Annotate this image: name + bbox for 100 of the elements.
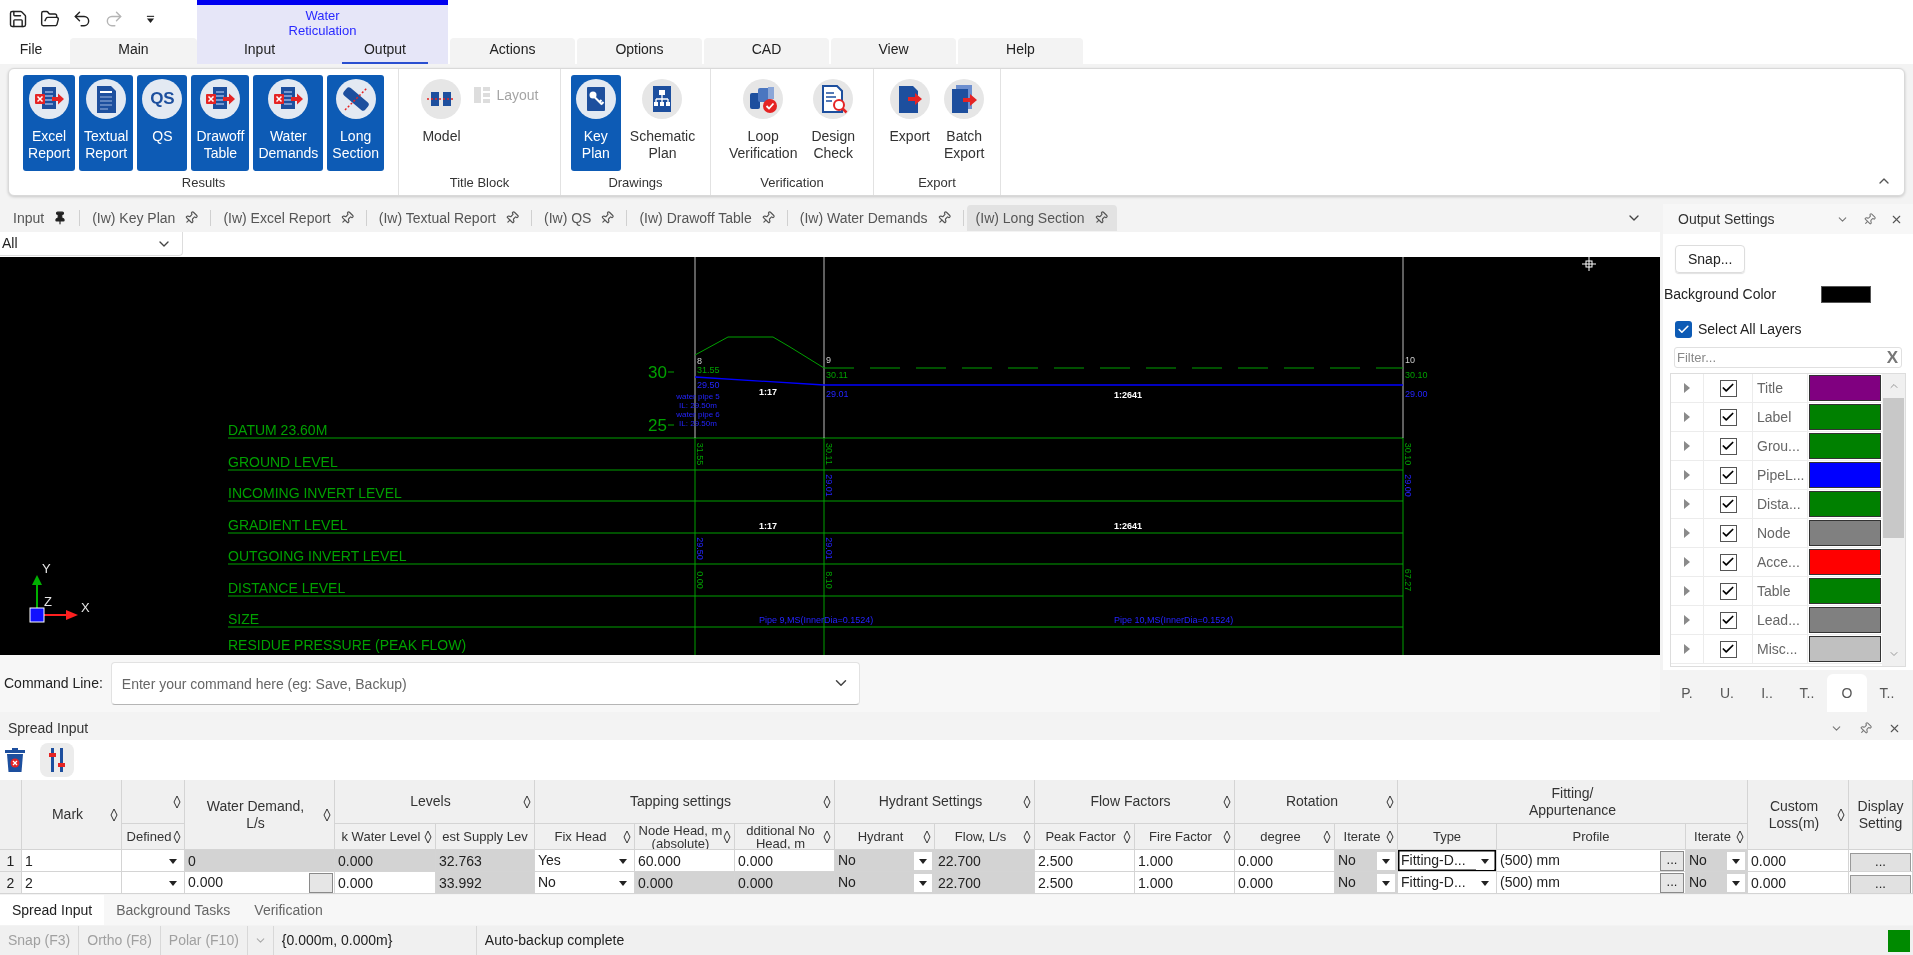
dropdown-cell[interactable]: No — [1686, 872, 1748, 894]
expand-arrow-icon[interactable] — [1684, 412, 1690, 422]
sort-icon[interactable] — [923, 829, 931, 844]
undo-icon[interactable] — [72, 9, 92, 29]
panel-tab[interactable]: Verification — [242, 895, 335, 925]
document-tab[interactable]: (Iw) Key Plan — [83, 205, 208, 231]
column-group-header[interactable]: Fitting/ Appurtenance — [1398, 780, 1748, 824]
expand-arrow-icon[interactable] — [1684, 615, 1690, 625]
document-tab[interactable]: (Iw) QS — [535, 205, 624, 231]
color-swatch[interactable] — [1809, 607, 1881, 633]
color-swatch[interactable] — [1809, 636, 1881, 662]
column-header[interactable]: Iterate — [1686, 824, 1748, 850]
color-swatch[interactable] — [1809, 462, 1881, 488]
column-header[interactable]: Water Demand, L/s — [185, 780, 335, 850]
panel-tab[interactable]: U. — [1707, 674, 1747, 712]
column-header[interactable]: k Water Level — [335, 824, 436, 850]
dropdown-cell[interactable]: Fitting-D... — [1398, 850, 1497, 872]
ribbon-button[interactable]: Loop Verification — [723, 75, 803, 171]
scrollbar-thumb[interactable] — [1883, 398, 1904, 538]
layer-checkbox[interactable] — [1719, 524, 1737, 542]
dropdown-cell[interactable]: No — [835, 850, 935, 872]
column-group-header[interactable]: Levels — [335, 780, 535, 824]
sort-icon[interactable] — [1023, 794, 1031, 809]
checkbox[interactable] — [1675, 320, 1692, 338]
color-swatch[interactable] — [1809, 578, 1881, 604]
dropdown-cell[interactable]: Fitting-D... — [1398, 872, 1497, 894]
column-header[interactable]: Type — [1398, 824, 1497, 850]
column-group-header[interactable]: Flow Factors — [1035, 780, 1235, 824]
sort-icon[interactable] — [1323, 829, 1331, 844]
dropdown-cell[interactable]: No — [835, 872, 935, 894]
expand-arrow-icon[interactable] — [1684, 644, 1690, 654]
color-swatch[interactable] — [1821, 285, 1871, 303]
dropdown-cell[interactable]: No — [1335, 850, 1398, 872]
browse-field[interactable]: 0.000 — [185, 872, 335, 894]
layer-checkbox[interactable] — [1719, 408, 1737, 426]
column-header[interactable]: dditional No Head, m — [735, 824, 835, 850]
expand-arrow-icon[interactable] — [1684, 441, 1690, 451]
dropdown-cell[interactable]: Yes — [535, 850, 635, 872]
pin-icon[interactable] — [53, 211, 68, 225]
ribbon-button[interactable]: Excel Report — [23, 75, 76, 171]
sort-icon[interactable] — [723, 829, 731, 844]
sort-icon[interactable] — [1837, 807, 1845, 822]
menu-tab[interactable]: CAD — [704, 38, 829, 64]
sort-icon[interactable] — [823, 829, 831, 844]
document-tab[interactable]: (Iw) Excel Report — [214, 205, 363, 231]
ribbon-button[interactable]: Key Plan — [570, 75, 621, 171]
customize-icon[interactable] — [146, 14, 155, 24]
column-header[interactable]: est Supply Lev — [436, 824, 535, 850]
sort-icon[interactable] — [173, 829, 181, 844]
browse-button[interactable]: ... — [1660, 850, 1684, 871]
document-tab[interactable]: (Iw) Textual Report — [369, 205, 528, 231]
column-group-header[interactable]: Rotation — [1235, 780, 1398, 824]
menu-tab[interactable]: Input — [197, 38, 322, 64]
column-header[interactable]: Defined — [122, 824, 185, 850]
save-icon[interactable] — [8, 9, 28, 29]
layer-checkbox[interactable] — [1719, 611, 1737, 629]
ribbon-button[interactable]: Long Section — [327, 75, 384, 171]
expand-arrow-icon[interactable] — [1684, 499, 1690, 509]
snap-button[interactable]: Snap... — [1675, 245, 1746, 273]
ribbon-button[interactable]: Drawoff Table — [191, 75, 250, 171]
panel-tab[interactable]: T.. — [1787, 674, 1827, 712]
column-header[interactable]: degree — [1235, 824, 1335, 850]
dropdown-cell[interactable] — [122, 850, 185, 872]
dropdown-cell[interactable]: No — [535, 872, 635, 894]
ribbon-button[interactable]: Textual Report — [79, 75, 134, 171]
open-folder-icon[interactable] — [40, 9, 60, 29]
column-header[interactable]: Profile — [1497, 824, 1686, 850]
column-header[interactable]: Mark — [22, 780, 122, 850]
command-input[interactable]: Enter your command here (eg: Save, Backup) — [110, 662, 860, 705]
color-swatch[interactable] — [1809, 549, 1881, 575]
column-group-header[interactable]: Hydrant Settings — [835, 780, 1035, 824]
panel-tab[interactable]: O — [1827, 674, 1867, 712]
browse-field[interactable]: (500) mm ... — [1497, 872, 1686, 894]
ribbon-button[interactable]: Design Check — [806, 75, 861, 171]
ribbon-button[interactable]: Export — [884, 75, 935, 171]
expand-arrow-icon[interactable] — [1684, 383, 1690, 393]
color-swatch[interactable] — [1809, 520, 1881, 546]
document-tab[interactable]: (Iw) Drawoff Table — [630, 205, 784, 231]
layer-checkbox[interactable] — [1719, 640, 1737, 658]
sort-icon[interactable] — [1386, 829, 1394, 844]
ribbon-button[interactable]: Schematic Plan — [624, 75, 701, 171]
column-header[interactable]: Fire Factor — [1135, 824, 1235, 850]
column-group-header[interactable]: Tapping settings — [535, 780, 835, 824]
dropdown-cell[interactable]: No — [1686, 850, 1748, 872]
document-tab[interactable]: (Iw) Long Section — [966, 205, 1117, 231]
clear-filter-button[interactable]: X — [1886, 349, 1898, 366]
ribbon-button[interactable]: QS QS — [137, 75, 188, 171]
panel-tab[interactable]: I.. — [1747, 674, 1787, 712]
layer-checkbox[interactable] — [1719, 466, 1737, 484]
sort-icon[interactable] — [110, 807, 118, 822]
expand-arrow-icon[interactable] — [1684, 557, 1690, 567]
color-swatch[interactable] — [1809, 491, 1881, 517]
menu-tab[interactable]: Actions — [450, 38, 575, 64]
layer-checkbox[interactable] — [1719, 553, 1737, 571]
menu-tab[interactable]: Options — [577, 38, 702, 64]
browse-button[interactable] — [309, 872, 333, 893]
column-header[interactable]: Hydrant — [835, 824, 935, 850]
color-swatch[interactable] — [1809, 433, 1881, 459]
view-filter-dropdown[interactable]: All — [0, 232, 183, 256]
panel-tab[interactable]: Spread Input — [0, 895, 105, 925]
